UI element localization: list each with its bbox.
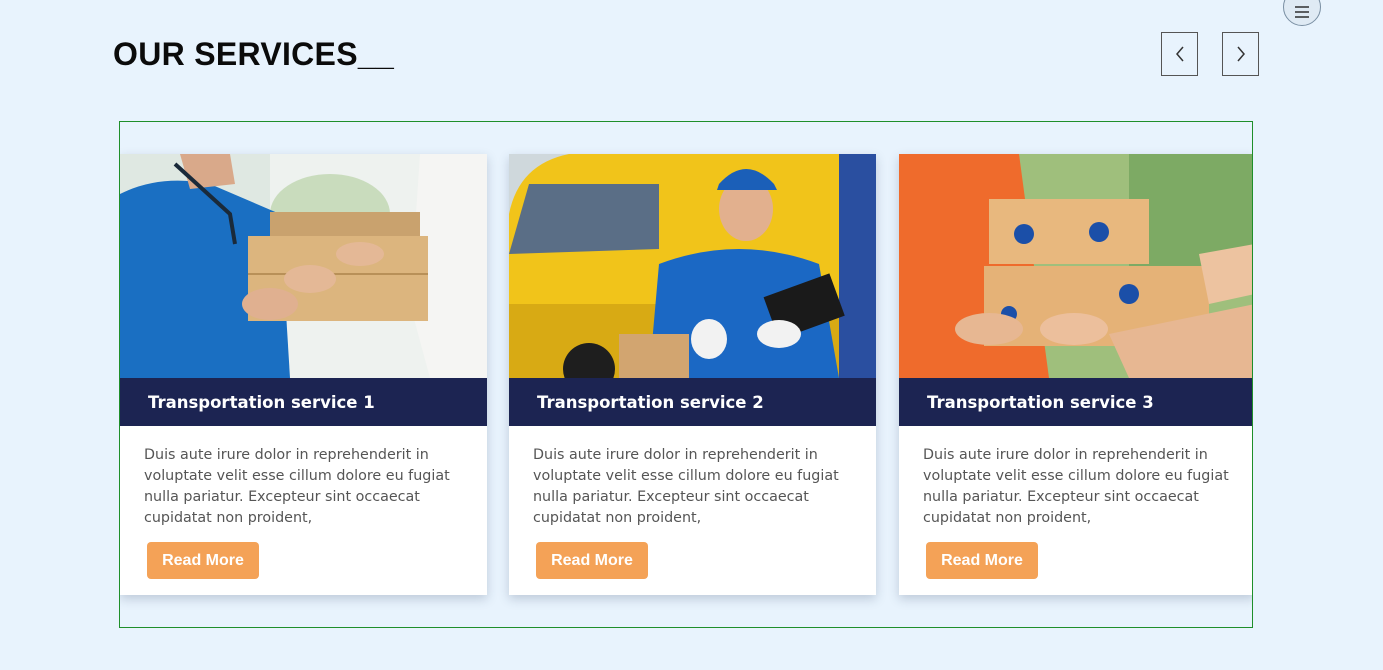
service-card: Transportation service 2 Duis aute irure… (509, 154, 876, 595)
read-more-button[interactable]: Read More (926, 542, 1038, 579)
service-card: Transportation service 3 Duis aute irure… (899, 154, 1252, 595)
service-description: Duis aute irure dolor in reprehenderit i… (923, 447, 1229, 526)
chevron-left-icon (1175, 46, 1184, 62)
service-card-header: Transportation service 2 (509, 378, 876, 426)
carousel-prev-button[interactable] (1161, 32, 1198, 76)
service-image-package-delivery (899, 154, 1252, 378)
service-title: Transportation service 1 (148, 392, 375, 412)
carousel-next-button[interactable] (1222, 32, 1259, 76)
services-carousel: Transportation service 1 Duis aute irure… (119, 121, 1253, 628)
service-image-courier-van (509, 154, 876, 378)
chevron-right-icon (1236, 46, 1245, 62)
service-title: Transportation service 2 (537, 392, 764, 412)
service-description: Duis aute irure dolor in reprehenderit i… (533, 447, 839, 526)
read-more-button[interactable]: Read More (147, 542, 259, 579)
service-card: Transportation service 1 Duis aute irure… (120, 154, 487, 595)
hamburger-menu-icon (1295, 6, 1309, 18)
service-description: Duis aute irure dolor in reprehenderit i… (144, 447, 450, 526)
page-title: OUR SERVICES__ (113, 36, 395, 72)
service-title: Transportation service 3 (927, 392, 1154, 412)
service-image-delivery-handover (120, 154, 487, 378)
service-card-header: Transportation service 1 (120, 378, 487, 426)
read-more-button[interactable]: Read More (536, 542, 648, 579)
menu-button[interactable] (1283, 0, 1321, 26)
service-card-header: Transportation service 3 (899, 378, 1252, 426)
services-page: OUR SERVICES__ Transportation service 1 … (0, 0, 1383, 670)
